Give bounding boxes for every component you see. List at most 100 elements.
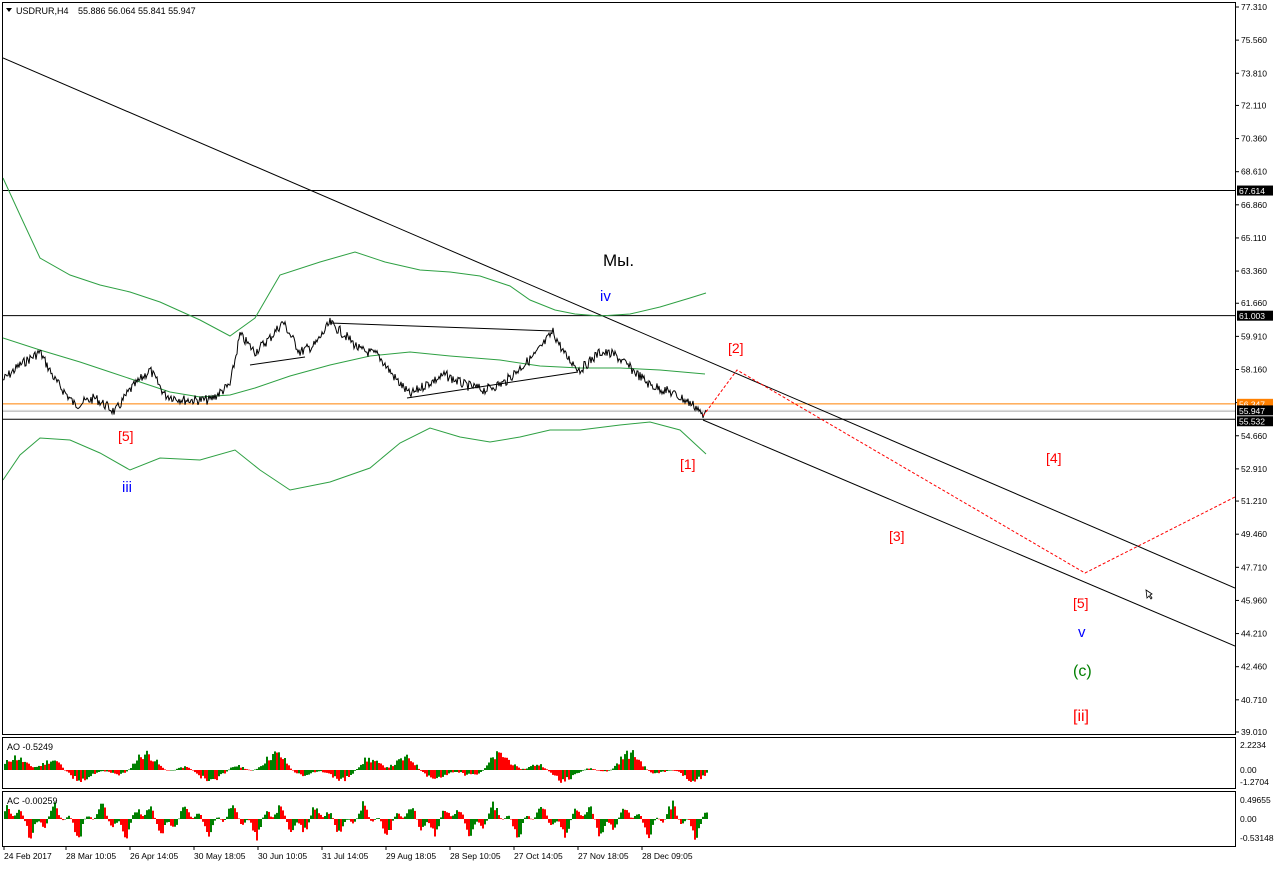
price-tick-label: 68.610 [1241,167,1267,177]
histogram-bar [342,819,344,827]
histogram-bar [648,770,650,771]
histogram-bar [496,751,498,770]
histogram-bar [474,819,476,825]
histogram-bar [254,819,256,832]
histogram-bar [618,764,620,770]
histogram-bar [64,819,66,820]
histogram-bar [590,806,592,819]
histogram-bar [510,764,512,770]
histogram-bar [490,757,492,770]
histogram-bar [624,809,626,819]
ao-tick-bottom: -1.2704 [1240,777,1269,787]
histogram-bar [186,767,188,770]
histogram-bar [198,813,200,819]
histogram-bar [420,819,422,831]
histogram-bar [344,770,346,782]
histogram-bar [388,819,390,830]
price-tick-label: 70.360 [1241,134,1267,144]
histogram-bar [164,769,166,770]
histogram-bar [86,770,88,780]
histogram-bar [156,759,158,770]
histogram-bar [398,759,400,770]
histogram-bar [700,819,702,824]
histogram-bar [596,770,598,771]
histogram-bar [506,816,508,819]
time-tick-label: 27 Oct 14:05 [514,851,563,861]
histogram-bar [452,815,454,819]
histogram-bar [230,808,232,819]
histogram-bar [642,766,644,770]
annotation-v: v [1078,624,1086,641]
histogram-bar [628,758,630,770]
histogram-bar [148,754,150,770]
histogram-bar [632,750,634,770]
histogram-bar [294,819,296,826]
histogram-bar [268,811,270,819]
histogram-bar [652,770,654,774]
histogram-bar [386,819,388,835]
histogram-bar [146,750,148,770]
annotation-c: (c) [1073,663,1092,680]
histogram-bar [6,805,8,819]
histogram-bar [534,817,536,819]
histogram-bar [396,813,398,819]
histogram-bar [390,819,392,830]
histogram-bar [272,754,274,770]
time-tick-label: 24 Feb 2017 [4,851,52,861]
histogram-bar [352,819,354,824]
chart-svg[interactable]: 77.310 75.560 73.810 72.110 70.360 68.610 66.8… [0,0,1276,866]
histogram-bar [56,808,58,819]
histogram-bar [310,770,312,774]
histogram-bar [124,819,126,838]
histogram-bar [150,806,152,819]
histogram-bar [694,770,696,782]
histogram-bar [506,757,508,770]
histogram-bar [258,767,260,770]
histogram-bar [440,817,442,819]
histogram-bar [650,770,652,773]
histogram-bar [552,770,554,775]
histogram-bar [638,814,640,819]
histogram-bar [262,817,264,819]
histogram-bar [204,770,206,779]
histogram-bar [192,770,194,771]
histogram-bar [370,819,372,821]
histogram-bar [648,819,650,839]
histogram-bar [144,814,146,819]
histogram-bar [496,808,498,819]
price-tick-label: 44.210 [1241,629,1267,639]
histogram-bar [330,813,332,819]
histogram-bar [268,760,270,770]
histogram-bar [174,819,176,827]
histogram-bar [422,819,424,827]
histogram-bar [88,770,90,778]
chart-window[interactable]: 77.310 75.560 73.810 72.110 70.360 68.610 66.8… [0,0,1276,866]
price-tick-label: 47.710 [1241,562,1267,572]
histogram-bar [42,763,44,770]
histogram-bar [688,819,690,820]
histogram-bar [704,812,706,819]
histogram-bar [110,770,112,773]
symbol-label[interactable]: USDRUR,H4 [16,6,69,16]
histogram-bar [56,761,58,770]
histogram-bar [232,805,234,819]
histogram-bar [328,770,330,774]
histogram-bar [472,770,474,774]
histogram-bar [214,819,216,821]
annotation-my: Мы. [603,251,634,270]
histogram-bar [314,770,316,773]
histogram-bar [120,819,122,825]
histogram-bar [104,807,106,819]
histogram-bar [468,770,470,774]
histogram-bar [168,770,170,771]
histogram-bar [570,819,572,821]
histogram-bar [560,819,562,828]
histogram-bar [310,815,312,819]
histogram-bar [14,815,16,819]
price-tick-label: 45.960 [1241,595,1267,605]
histogram-bar [346,770,348,776]
histogram-bar [490,807,492,819]
histogram-bar [698,819,700,829]
histogram-bar [240,767,242,770]
histogram-bar [48,763,50,770]
